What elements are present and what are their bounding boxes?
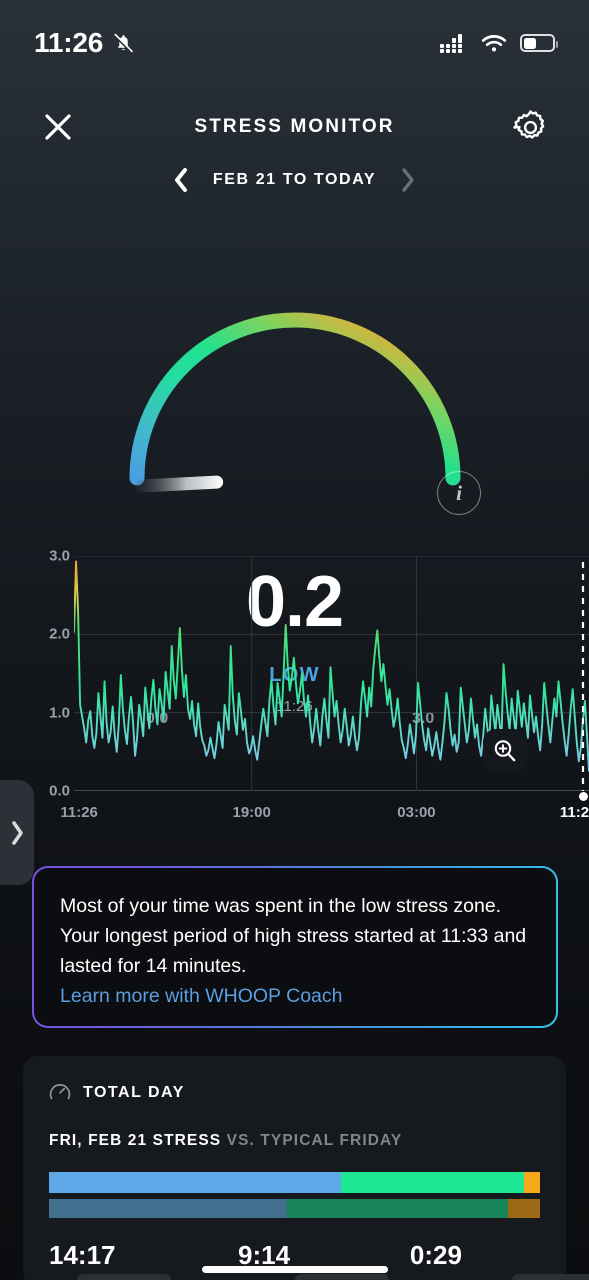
total-day-title: TOTAL DAY <box>83 1084 185 1101</box>
total-day-header: TOTAL DAY <box>49 1082 540 1104</box>
date-range-label[interactable]: FEB 21 TO TODAY <box>213 171 376 189</box>
date-selector: FEB 21 TO TODAY <box>0 160 589 200</box>
bar-segment-medium <box>341 1172 524 1193</box>
bar-segment-high <box>523 1172 540 1193</box>
total-day-subtitle: FRI, FEB 21 STRESS VS. TYPICAL FRIDAY <box>49 1132 540 1150</box>
chart-y-tick: 1.0 <box>49 704 70 722</box>
chart-y-tick: 0.0 <box>49 782 70 800</box>
whoop-coach-link[interactable]: Learn more with WHOOP Coach <box>60 981 530 1011</box>
total-day-bars <box>49 1172 540 1218</box>
chart-x-tick: 11:26 <box>60 804 98 821</box>
total-day-value: 14:17 <box>49 1240 116 1270</box>
insight-card-inner: Most of your time was spent in the low s… <box>34 868 556 1026</box>
side-drawer-handle[interactable] <box>0 780 34 885</box>
chart-x-tick: 19:00 <box>232 804 271 821</box>
chart-x-axis: 11:26 19:00 03:00 11:26 <box>0 792 589 830</box>
status-bar-right <box>440 33 558 53</box>
cellular-signal-icon <box>440 34 462 53</box>
settings-button[interactable] <box>509 105 553 149</box>
magnifier-plus-icon <box>494 740 516 762</box>
stress-gauge: i 0.2 LOW 11:26 0.0 3.0 <box>0 228 589 727</box>
chart-zoom-button[interactable] <box>483 729 527 773</box>
subtitle-strong: FRI, FEB 21 STRESS <box>49 1132 222 1149</box>
typical-stress-bar <box>49 1199 540 1218</box>
status-bar-left: 11:26 <box>34 27 135 59</box>
gauge-icon <box>49 1084 71 1100</box>
gauge-needle <box>134 475 223 493</box>
zone-label-pills <box>0 1274 589 1280</box>
gear-icon <box>513 109 545 139</box>
chart-x-tick: 03:00 <box>397 804 436 821</box>
chevron-right-icon <box>402 168 414 192</box>
bar-segment-low <box>49 1199 288 1218</box>
stress-chart: 0.0 1.0 2.0 3.0 11:26 19:00 03:00 11:26 <box>0 538 589 836</box>
bar-segment-high <box>508 1199 540 1218</box>
chart-y-tick: 2.0 <box>49 625 70 643</box>
chevron-left-icon <box>174 168 187 192</box>
zone-label-pill[interactable] <box>294 1274 389 1280</box>
insight-card: Most of your time was spent in the low s… <box>32 866 558 1028</box>
total-day-value: 0:29 <box>409 1240 462 1270</box>
chart-x-tick: 11:26 <box>559 804 589 821</box>
chart-y-tick: 3.0 <box>49 547 70 565</box>
page-title: STRESS MONITOR <box>194 116 395 137</box>
insight-text: Most of your time was spent in the low s… <box>60 895 527 977</box>
zone-label-pill[interactable] <box>76 1274 171 1280</box>
total-day-card: TOTAL DAY FRI, FEB 21 STRESS VS. TYPICAL… <box>23 1056 566 1280</box>
bar-segment-medium <box>287 1199 509 1218</box>
nav-bar: STRESS MONITOR <box>0 98 589 156</box>
bar-segment-low <box>49 1172 342 1193</box>
now-marker-dot <box>579 792 588 801</box>
chart-y-axis: 0.0 1.0 2.0 3.0 <box>22 548 70 800</box>
chevron-right-icon <box>11 820 23 845</box>
battery-icon <box>520 34 558 52</box>
status-bar-clock: 11:26 <box>34 27 104 58</box>
zone-label-pill[interactable] <box>512 1274 589 1280</box>
status-bar: 11:26 <box>0 0 589 86</box>
previous-day-button[interactable] <box>169 165 193 195</box>
bell-slash-icon <box>114 33 133 53</box>
next-day-button[interactable] <box>396 165 420 195</box>
wifi-icon <box>481 35 507 52</box>
subtitle-muted: VS. TYPICAL FRIDAY <box>226 1132 403 1149</box>
today-stress-bar <box>49 1172 540 1193</box>
app-screen: 11:26 STRESS MONITOR FEB 21 TO TODAY i 0… <box>0 0 589 1280</box>
close-button[interactable] <box>36 105 80 149</box>
home-indicator[interactable] <box>201 1266 388 1273</box>
close-icon <box>45 114 71 140</box>
battery-fill <box>523 37 536 49</box>
